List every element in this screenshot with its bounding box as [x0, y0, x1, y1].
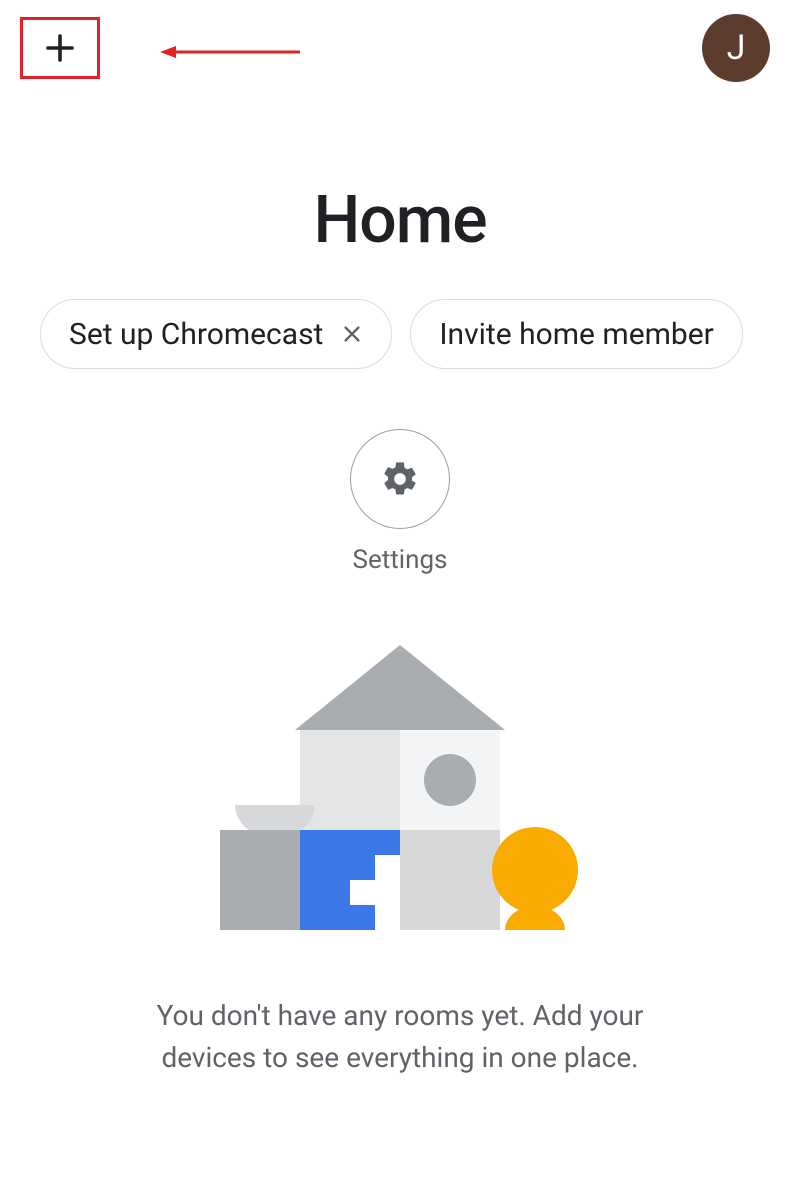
empty-line: devices to see everything in one place. — [60, 1037, 740, 1079]
chip-label: Set up Chromecast — [69, 317, 323, 352]
settings-button[interactable] — [350, 429, 450, 529]
plus-icon — [42, 30, 78, 66]
close-icon[interactable] — [341, 323, 363, 345]
settings-label: Settings — [0, 545, 800, 575]
add-button[interactable] — [20, 17, 100, 79]
gear-icon — [380, 459, 420, 499]
suggestion-chips: Set up Chromecast Invite home member — [0, 299, 800, 369]
page-title: Home — [0, 182, 800, 259]
annotation-arrow — [160, 42, 300, 66]
empty-state-text: You don't have any rooms yet. Add your d… — [0, 995, 800, 1079]
avatar-initial: J — [727, 28, 746, 68]
avatar[interactable]: J — [702, 14, 770, 82]
chip-label: Invite home member — [439, 317, 713, 352]
empty-line: You don't have any rooms yet. Add your — [60, 995, 740, 1037]
empty-state-illustration — [200, 645, 600, 945]
chip-setup-chromecast[interactable]: Set up Chromecast — [40, 299, 392, 369]
chip-invite-member[interactable]: Invite home member — [410, 299, 742, 369]
